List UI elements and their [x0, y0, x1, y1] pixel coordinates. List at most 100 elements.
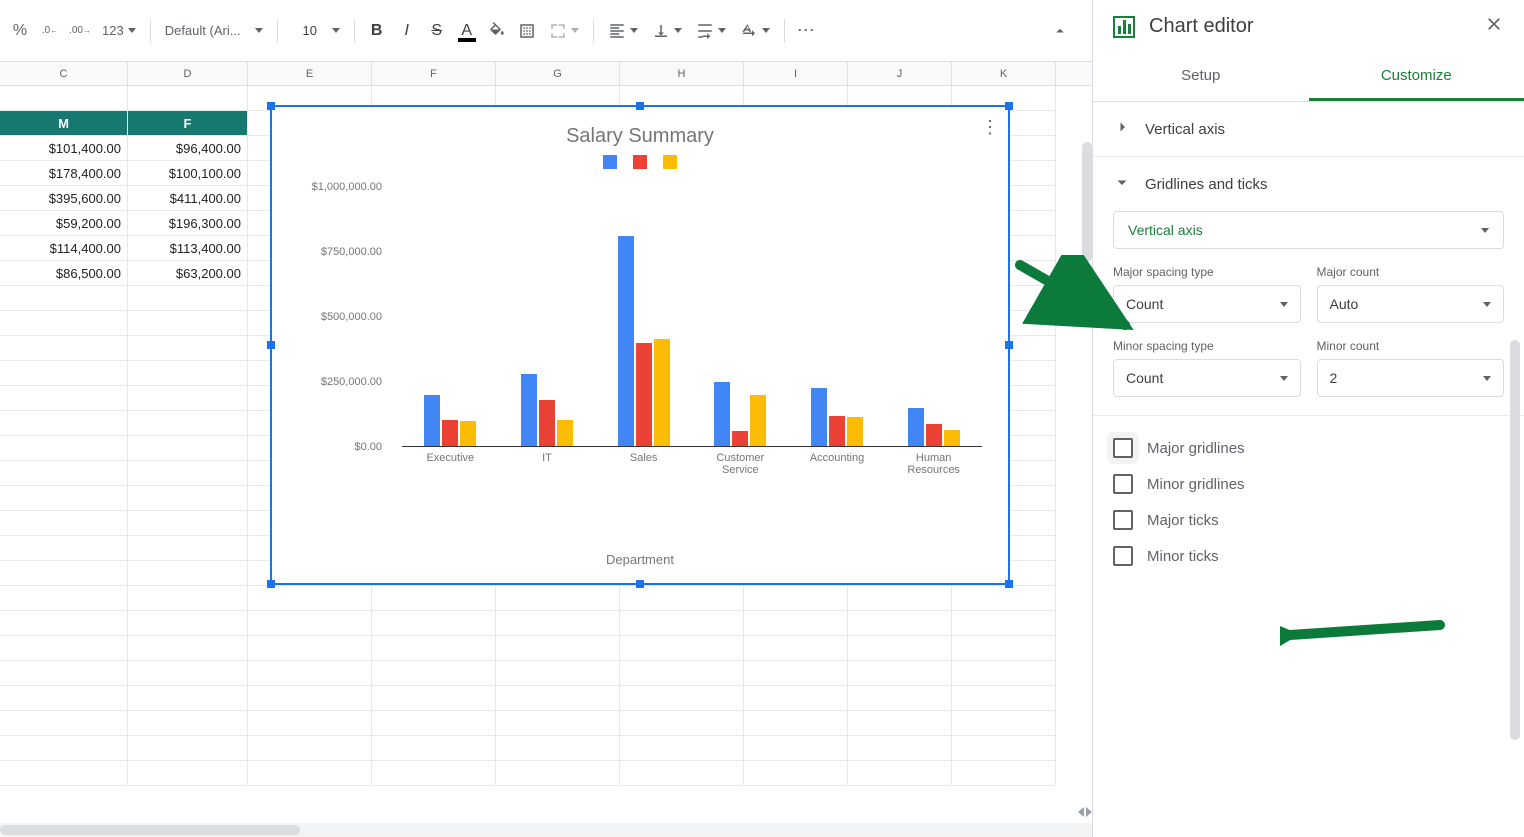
close-button[interactable]	[1484, 14, 1504, 39]
cell[interactable]	[744, 761, 848, 786]
cell[interactable]	[848, 611, 952, 636]
cell[interactable]	[744, 636, 848, 661]
minor-spacing-type-select[interactable]: Count	[1113, 359, 1301, 397]
cell[interactable]	[0, 636, 128, 661]
cell[interactable]	[128, 86, 248, 111]
fill-color-button[interactable]	[483, 17, 511, 45]
cell[interactable]: $178,400.00	[0, 161, 128, 186]
cell[interactable]	[848, 586, 952, 611]
cell[interactable]	[248, 686, 372, 711]
bold-button[interactable]: B	[363, 17, 391, 45]
cell[interactable]	[620, 661, 744, 686]
cell[interactable]	[372, 711, 496, 736]
cell[interactable]: $101,400.00	[0, 136, 128, 161]
cell[interactable]	[248, 761, 372, 786]
font-size-dropdown[interactable]	[286, 17, 346, 45]
cell[interactable]	[620, 736, 744, 761]
cell[interactable]	[372, 736, 496, 761]
cell[interactable]	[848, 686, 952, 711]
cell[interactable]	[952, 586, 1056, 611]
axis-select-dropdown[interactable]: Vertical axis	[1113, 211, 1504, 249]
horizontal-scrollbar-track[interactable]	[0, 823, 1092, 837]
cell[interactable]: $100,100.00	[128, 161, 248, 186]
checkbox-minor-gridlines[interactable]	[1113, 474, 1133, 494]
cell[interactable]	[0, 286, 128, 311]
cell[interactable]	[620, 611, 744, 636]
cell[interactable]: $395,600.00	[0, 186, 128, 211]
cell[interactable]	[128, 661, 248, 686]
strikethrough-button[interactable]: S	[423, 17, 451, 45]
cell[interactable]: F	[128, 111, 248, 136]
cell[interactable]	[496, 761, 620, 786]
percent-format-button[interactable]: %	[6, 17, 34, 45]
cell[interactable]: $114,400.00	[0, 236, 128, 261]
cell[interactable]	[952, 686, 1056, 711]
cell[interactable]	[744, 686, 848, 711]
cell[interactable]: $63,200.00	[128, 261, 248, 286]
cell[interactable]	[744, 711, 848, 736]
cell[interactable]	[0, 561, 128, 586]
cell[interactable]	[372, 611, 496, 636]
cell[interactable]	[744, 586, 848, 611]
cell[interactable]	[496, 636, 620, 661]
cell[interactable]	[128, 486, 248, 511]
cell[interactable]	[952, 611, 1056, 636]
cell[interactable]	[848, 636, 952, 661]
cell[interactable]	[0, 711, 128, 736]
cell[interactable]	[952, 661, 1056, 686]
font-family-dropdown[interactable]: Default (Ari...	[159, 17, 269, 45]
increase-decimal-button[interactable]: .00→	[66, 17, 94, 45]
sidebar-scrollbar[interactable]	[1510, 340, 1520, 740]
cell[interactable]	[0, 761, 128, 786]
cell[interactable]	[128, 286, 248, 311]
cell[interactable]	[848, 761, 952, 786]
cell[interactable]	[952, 636, 1056, 661]
column-header[interactable]: E	[248, 62, 372, 85]
major-spacing-type-select[interactable]: Count	[1113, 285, 1301, 323]
resize-handle[interactable]	[267, 580, 275, 588]
cell[interactable]	[0, 361, 128, 386]
cell[interactable]	[128, 586, 248, 611]
cell[interactable]	[0, 436, 128, 461]
font-size-input[interactable]	[292, 22, 328, 39]
cell[interactable]	[128, 711, 248, 736]
major-count-select[interactable]: Auto	[1317, 285, 1505, 323]
cell[interactable]	[952, 736, 1056, 761]
column-header[interactable]: C	[0, 62, 128, 85]
cell[interactable]	[372, 686, 496, 711]
cell[interactable]	[0, 511, 128, 536]
text-wrap-dropdown[interactable]	[690, 17, 732, 45]
section-vertical-axis[interactable]: Vertical axis	[1093, 102, 1524, 156]
cell[interactable]	[128, 636, 248, 661]
column-header[interactable]: F	[372, 62, 496, 85]
cell[interactable]	[0, 536, 128, 561]
resize-handle[interactable]	[1005, 341, 1013, 349]
resize-handle[interactable]	[1005, 102, 1013, 110]
more-toolbar-button[interactable]: ⋯	[793, 17, 821, 45]
cell[interactable]	[0, 486, 128, 511]
vertical-scrollbar[interactable]	[1082, 142, 1092, 262]
more-formats-dropdown[interactable]: 123	[96, 17, 142, 45]
cell[interactable]	[744, 611, 848, 636]
cell[interactable]: $96,400.00	[128, 136, 248, 161]
cell[interactable]	[128, 536, 248, 561]
decrease-decimal-button[interactable]: .0←	[36, 17, 64, 45]
resize-handle[interactable]	[636, 580, 644, 588]
cell[interactable]	[248, 636, 372, 661]
resize-handle[interactable]	[267, 341, 275, 349]
cell[interactable]	[0, 411, 128, 436]
cell[interactable]	[372, 661, 496, 686]
cell[interactable]	[0, 336, 128, 361]
cell[interactable]	[248, 661, 372, 686]
cell[interactable]	[620, 586, 744, 611]
collapse-toolbar-button[interactable]	[1046, 17, 1074, 45]
cell[interactable]	[0, 586, 128, 611]
resize-handle[interactable]	[267, 102, 275, 110]
cell[interactable]	[620, 636, 744, 661]
cell[interactable]	[372, 761, 496, 786]
tab-customize[interactable]: Customize	[1309, 53, 1524, 101]
merge-cells-dropdown[interactable]	[543, 17, 585, 45]
cell[interactable]	[496, 611, 620, 636]
italic-button[interactable]: I	[393, 17, 421, 45]
cell[interactable]	[0, 311, 128, 336]
